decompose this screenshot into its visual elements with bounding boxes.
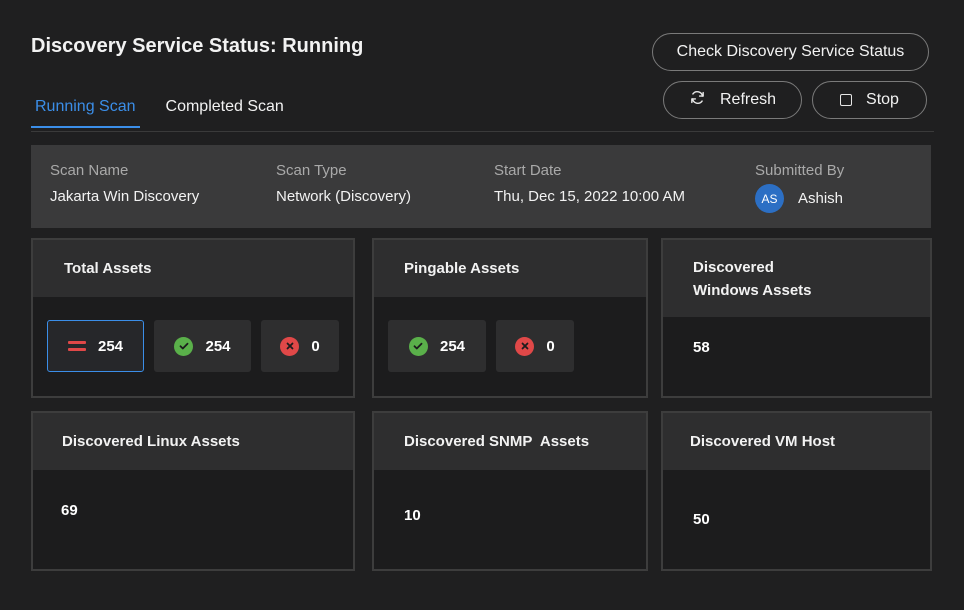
pingable-failed-chip[interactable]: 0 — [496, 320, 574, 372]
total-all-chip[interactable]: 254 — [47, 320, 144, 372]
tab-divider — [31, 131, 934, 132]
snmp-assets-title: Discovered SNMP Assets — [374, 413, 646, 470]
scan-type-label: Scan Type — [276, 162, 347, 179]
snmp-assets-card: Discovered SNMP Assets 10 — [372, 411, 648, 571]
check-circle-icon — [174, 336, 194, 356]
total-success-value: 254 — [205, 337, 231, 355]
stop-icon — [840, 94, 853, 106]
total-failed-chip[interactable]: 0 — [261, 320, 339, 372]
start-date-label: Start Date — [494, 162, 562, 179]
windows-title-line1: Discovered — [693, 258, 774, 276]
stop-label: Stop — [866, 91, 899, 108]
scan-info-bar: Scan Name Jakarta Win Discovery Scan Typ… — [31, 145, 931, 228]
vm-host-value: 50 — [693, 511, 710, 528]
linux-assets-card: Discovered Linux Assets 69 — [31, 411, 355, 571]
windows-title-line2: Windows Assets — [693, 281, 812, 299]
scan-name-column: Scan Name Jakarta Win Discovery — [50, 162, 199, 205]
snmp-assets-value: 10 — [404, 507, 421, 524]
check-discovery-status-button[interactable]: Check Discovery Service Status — [652, 33, 929, 71]
refresh-label: Refresh — [719, 91, 777, 108]
check-status-label: Check Discovery Service Status — [676, 43, 905, 60]
equals-icon — [67, 341, 86, 351]
total-all-value: 254 — [97, 337, 124, 355]
error-circle-icon — [280, 336, 300, 356]
stop-button[interactable]: Stop — [812, 81, 927, 119]
linux-assets-value: 69 — [61, 502, 78, 519]
total-assets-title: Total Assets — [33, 240, 353, 297]
pingable-success-chip[interactable]: 254 — [388, 320, 486, 372]
tab-running-scan[interactable]: Running Scan — [31, 96, 140, 128]
scan-name-label: Scan Name — [50, 162, 129, 179]
scan-name-value: Jakarta Win Discovery — [50, 188, 200, 205]
pingable-failed-value: 0 — [546, 337, 555, 355]
total-success-chip[interactable]: 254 — [154, 320, 251, 372]
page-title: Discovery Service Status: Running — [31, 35, 364, 57]
submitted-by-value: Ashish — [798, 190, 844, 207]
submitted-by-label: Submitted By — [755, 162, 845, 179]
tab-completed-scan[interactable]: Completed Scan — [162, 96, 288, 128]
refresh-icon — [689, 89, 706, 111]
submitted-by-column: Submitted By AS Ashish — [755, 162, 844, 213]
scan-type-value: Network (Discovery) — [276, 188, 412, 205]
scan-type-column: Scan Type Network (Discovery) — [276, 162, 411, 205]
windows-assets-value: 58 — [693, 339, 710, 356]
windows-assets-card: Discovered Windows Assets 58 — [661, 238, 932, 398]
pingable-success-value: 254 — [439, 337, 466, 355]
total-failed-value: 0 — [311, 337, 320, 355]
scan-tabs: Running Scan Completed Scan — [31, 96, 310, 128]
vm-host-card: Discovered VM Host 50 — [661, 411, 932, 571]
vm-host-title: Discovered VM Host — [663, 413, 930, 470]
total-assets-card: Total Assets 254 254 0 — [31, 238, 355, 398]
start-date-value: Thu, Dec 15, 2022 10:00 AM — [494, 188, 685, 205]
avatar: AS — [755, 184, 784, 213]
linux-assets-title: Discovered Linux Assets — [33, 413, 353, 470]
pingable-assets-card: Pingable Assets 254 0 — [372, 238, 648, 398]
windows-assets-title: Discovered Windows Assets — [663, 240, 930, 317]
pingable-assets-title: Pingable Assets — [374, 240, 646, 297]
start-date-column: Start Date Thu, Dec 15, 2022 10:00 AM — [494, 162, 685, 205]
check-circle-icon — [408, 336, 428, 356]
error-circle-icon — [515, 336, 535, 356]
refresh-button[interactable]: Refresh — [663, 81, 802, 119]
